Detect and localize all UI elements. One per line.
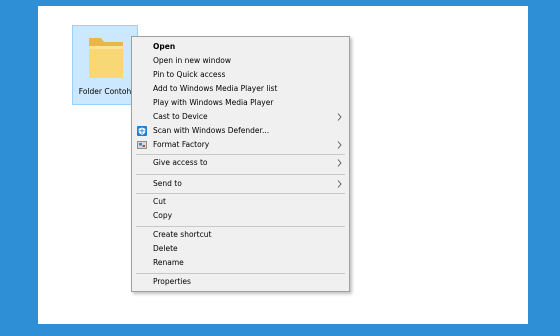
menu-item-rename[interactable]: Rename [132, 256, 349, 270]
menu-item-label: Send to [153, 179, 182, 188]
menu-item-add-wmp-list[interactable]: Add to Windows Media Player list [132, 82, 349, 96]
menu-item-copy[interactable]: Copy [132, 209, 349, 223]
menu-item-label: Open [153, 42, 176, 51]
menu-item-send-to[interactable]: Send to [132, 177, 349, 191]
menu-item-cast-to-device[interactable]: Cast to Device [132, 110, 349, 124]
menu-separator [136, 154, 345, 155]
background-frame: Folder Contoh Open Open in new window Pi… [0, 0, 560, 336]
menu-item-label: Add to Windows Media Player list [153, 84, 278, 93]
menu-separator [136, 193, 345, 194]
menu-item-label: Rename [153, 258, 184, 267]
menu-item-open[interactable]: Open [132, 40, 349, 54]
menu-item-format-factory[interactable]: Format Factory [132, 138, 349, 152]
menu-item-label: Play with Windows Media Player [153, 98, 274, 107]
menu-item-label: Create shortcut [153, 230, 212, 239]
folder-icon [89, 38, 123, 78]
windows-defender-icon [137, 126, 147, 136]
menu-item-label: Cast to Device [153, 112, 208, 121]
menu-separator [136, 226, 345, 227]
chevron-right-icon [337, 159, 342, 167]
menu-item-create-shortcut[interactable]: Create shortcut [132, 228, 349, 242]
menu-item-open-new-window[interactable]: Open in new window [132, 54, 349, 68]
menu-item-label: Pin to Quick access [153, 70, 226, 79]
format-factory-icon [137, 141, 147, 149]
context-menu: Open Open in new window Pin to Quick acc… [131, 36, 350, 292]
menu-item-label: Cut [153, 197, 166, 206]
menu-item-cut[interactable]: Cut [132, 195, 349, 209]
menu-separator [136, 273, 345, 274]
menu-item-label: Open in new window [153, 56, 231, 65]
menu-item-properties[interactable]: Properties [132, 275, 349, 289]
folder-label: Folder Contoh [78, 87, 132, 96]
menu-item-label: Scan with Windows Defender... [153, 126, 270, 135]
chevron-right-icon [337, 113, 342, 121]
chevron-right-icon [337, 141, 342, 149]
menu-item-label: Give access to [153, 158, 208, 167]
menu-item-give-access[interactable]: Give access to [132, 156, 349, 170]
menu-item-play-wmp[interactable]: Play with Windows Media Player [132, 96, 349, 110]
menu-item-label: Format Factory [153, 140, 210, 149]
menu-item-pin-quick-access[interactable]: Pin to Quick access [132, 68, 349, 82]
menu-separator [136, 174, 345, 175]
menu-item-label: Properties [153, 277, 191, 286]
menu-item-scan-defender[interactable]: Scan with Windows Defender... [132, 124, 349, 138]
menu-item-label: Delete [153, 244, 178, 253]
folder-item[interactable]: Folder Contoh [72, 25, 138, 105]
menu-item-delete[interactable]: Delete [132, 242, 349, 256]
menu-item-label: Copy [153, 211, 173, 220]
chevron-right-icon [337, 180, 342, 188]
